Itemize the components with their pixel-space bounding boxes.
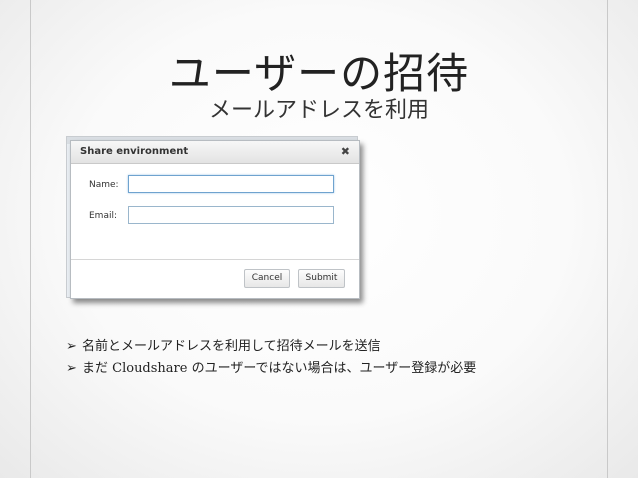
dialog-header: Share environment ✖ xyxy=(71,141,359,164)
email-label: Email: xyxy=(89,211,118,221)
share-environment-dialog: Share environment ✖ Name: Email: Cancel … xyxy=(70,140,360,299)
name-label: Name: xyxy=(89,180,119,190)
bullet-text: 名前とメールアドレスを利用して招待メールを送信 xyxy=(82,339,381,354)
cancel-button[interactable]: Cancel xyxy=(244,269,290,288)
submit-button[interactable]: Submit xyxy=(298,269,345,288)
dialog-title: Share environment xyxy=(80,146,189,157)
bullet-text: まだ Cloudshare のユーザーではない場合は、ユーザー登録が必要 xyxy=(82,361,477,376)
name-input[interactable] xyxy=(128,175,334,193)
list-item: ➢ まだ Cloudshare のユーザーではない場合は、ユーザー登録が必要 xyxy=(66,358,626,380)
arrow-bullet-icon: ➢ xyxy=(66,361,77,376)
list-item: ➢ 名前とメールアドレスを利用して招待メールを送信 xyxy=(66,336,626,358)
email-input[interactable] xyxy=(128,206,334,224)
arrow-bullet-icon: ➢ xyxy=(66,339,77,354)
dialog-footer: Cancel Submit xyxy=(71,259,359,298)
slide-subtitle: メールアドレスを利用 xyxy=(208,98,429,123)
close-icon[interactable]: ✖ xyxy=(341,145,350,158)
bullet-list: ➢ 名前とメールアドレスを利用して招待メールを送信 ➢ まだ Cloudshar… xyxy=(66,336,626,380)
